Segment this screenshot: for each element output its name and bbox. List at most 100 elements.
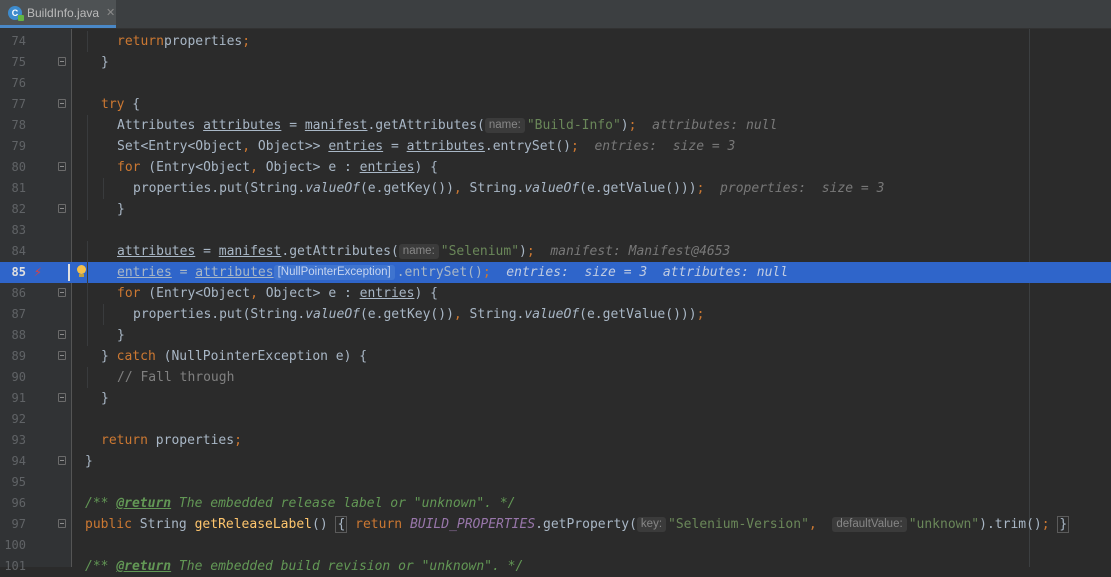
fold-toggle-icon[interactable] xyxy=(58,519,66,528)
code-text[interactable]: } catch (NullPointerException e) { xyxy=(101,346,367,367)
code-line[interactable]: 81 properties.put(String.valueOf(e.getKey… xyxy=(0,178,1111,199)
line-number[interactable]: 93 xyxy=(0,430,26,451)
code-text[interactable]: } xyxy=(101,52,109,73)
code-token: "Selenium" xyxy=(440,244,520,259)
code-line[interactable]: 92 xyxy=(0,409,1111,430)
code-line[interactable]: 78 Attributes attributes = manifest.getAt… xyxy=(0,115,1111,136)
line-number[interactable]: 74 xyxy=(0,31,26,52)
close-icon[interactable]: ✕ xyxy=(106,6,115,19)
code-line[interactable]: 94} xyxy=(0,451,1111,472)
line-number[interactable]: 77 xyxy=(0,94,26,115)
code-text[interactable]: } xyxy=(117,325,125,346)
code-line[interactable]: 77 try { xyxy=(0,94,1111,115)
line-number[interactable]: 87 xyxy=(0,304,26,325)
intention-bulb-icon[interactable] xyxy=(77,265,86,277)
code-text[interactable]: // Fall through xyxy=(117,367,234,388)
code-text[interactable]: } xyxy=(117,199,125,220)
code-text[interactable]: properties.put(String.valueOf(e.getKey()… xyxy=(133,178,884,199)
code-line[interactable]: 87 properties.put(String.valueOf(e.getKey… xyxy=(0,304,1111,325)
code-line[interactable]: 75} xyxy=(0,52,1111,73)
java-class-icon: C xyxy=(8,5,24,21)
code-text[interactable]: Set<Entry<Object, Object>> entries = att… xyxy=(117,136,735,157)
code-token: valueOf xyxy=(524,307,580,322)
code-text[interactable]: /** @return The embedded release label o… xyxy=(85,493,515,514)
line-number[interactable]: 86 xyxy=(0,283,26,304)
line-number[interactable]: 88 xyxy=(0,325,26,346)
line-number[interactable]: 90 xyxy=(0,367,26,388)
fold-toggle-icon[interactable] xyxy=(58,393,66,402)
code-text[interactable]: } xyxy=(101,388,109,409)
line-number[interactable]: 76 xyxy=(0,73,26,94)
code-text[interactable]: Attributes attributes = manifest.getAttr… xyxy=(117,115,777,136)
code-token: BUILD_PROPERTIES xyxy=(409,517,536,532)
fold-toggle-icon[interactable] xyxy=(58,99,66,108)
code-text[interactable]: return properties; xyxy=(101,430,242,451)
line-number[interactable]: 91 xyxy=(0,388,26,409)
code-line[interactable]: 91} xyxy=(0,388,1111,409)
line-number[interactable]: 79 xyxy=(0,136,26,157)
code-text[interactable]: try { xyxy=(101,94,140,115)
code-editor[interactable]: 74 returnproperties; 75} 76 77 try {78 Attribu… xyxy=(0,29,1111,574)
code-text[interactable]: returnproperties; xyxy=(117,31,250,52)
code-text[interactable]: public String getReleaseLabel() { return… xyxy=(85,514,1070,535)
fold-toggle-icon[interactable] xyxy=(58,204,66,213)
line-number[interactable]: 95 xyxy=(0,472,26,493)
exception-breakpoint-icon[interactable]: ⚡ xyxy=(34,262,42,283)
tab-buildinfo-java[interactable]: C BuildInfo.java ✕ xyxy=(0,0,116,28)
code-line[interactable]: 84 attributes = manifest.getAttributes(na… xyxy=(0,241,1111,262)
line-number[interactable]: 84 xyxy=(0,241,26,262)
code-line[interactable]: 80 for (Entry<Object, Object> e : entries… xyxy=(0,157,1111,178)
code-text[interactable]: for (Entry<Object, Object> e : entries) … xyxy=(117,283,438,304)
code-line[interactable]: 82} xyxy=(0,199,1111,220)
line-number[interactable]: 81 xyxy=(0,178,26,199)
line-number[interactable]: 78 xyxy=(0,115,26,136)
line-number[interactable]: 96 xyxy=(0,493,26,514)
code-token: = xyxy=(281,118,305,133)
code-text[interactable]: entries = attributes [NullPointerExceptio… xyxy=(117,262,788,283)
code-token: .getAttributes( xyxy=(367,118,485,133)
line-number[interactable]: 75 xyxy=(0,52,26,73)
fold-toggle-icon[interactable] xyxy=(58,57,66,66)
line-number[interactable]: 85 xyxy=(0,262,26,283)
fold-toggle-icon[interactable] xyxy=(58,456,66,465)
current-execution-line[interactable]: 85 ⚡ entries = attributes [NullPointerExcep… xyxy=(0,262,1111,283)
code-text[interactable]: properties.put(String.valueOf(e.getKey()… xyxy=(133,304,704,325)
code-token: ).trim() xyxy=(979,517,1042,532)
fold-toggle-icon[interactable] xyxy=(58,330,66,339)
code-line[interactable]: 74 returnproperties; xyxy=(0,31,1111,52)
line-number[interactable]: 82 xyxy=(0,199,26,220)
line-number[interactable]: 92 xyxy=(0,409,26,430)
line-number[interactable]: 83 xyxy=(0,220,26,241)
code-line[interactable]: 89 } catch (NullPointerException e) { xyxy=(0,346,1111,367)
code-token: String xyxy=(131,517,195,532)
code-line[interactable]: 83 xyxy=(0,220,1111,241)
code-token: ) xyxy=(519,244,527,259)
code-line[interactable]: 90 // Fall through xyxy=(0,367,1111,388)
code-text[interactable]: for (Entry<Object, Object> e : entries) … xyxy=(117,157,438,178)
line-number[interactable]: 94 xyxy=(0,451,26,472)
code-line[interactable]: 88} xyxy=(0,325,1111,346)
code-line[interactable]: 100 xyxy=(0,535,1111,556)
code-token: , xyxy=(242,139,251,154)
code-line[interactable]: 97 public String getReleaseLabel() { retu… xyxy=(0,514,1111,535)
line-number[interactable]: 80 xyxy=(0,157,26,178)
code-line[interactable]: 93 return properties; xyxy=(0,430,1111,451)
code-text[interactable]: attributes = manifest.getAttributes(name… xyxy=(117,241,730,262)
code-token: ; xyxy=(696,307,705,322)
fold-toggle-icon[interactable] xyxy=(58,288,66,297)
code-line[interactable]: 96 /** @return The embedded release label… xyxy=(0,493,1111,514)
code-line[interactable]: 86 for (Entry<Object, Object> e : entries… xyxy=(0,283,1111,304)
code-line[interactable]: 95 xyxy=(0,472,1111,493)
code-text[interactable]: } xyxy=(85,451,93,472)
code-token: manifest xyxy=(218,244,282,259)
fold-toggle-icon[interactable] xyxy=(58,162,66,171)
line-number[interactable]: 100 xyxy=(0,535,26,556)
code-line[interactable]: 79 Set<Entry<Object, Object>> entries = a… xyxy=(0,136,1111,157)
line-number[interactable]: 97 xyxy=(0,514,26,535)
code-line[interactable]: 76 xyxy=(0,73,1111,94)
code-token: valueOf xyxy=(305,307,360,322)
code-token: ) { xyxy=(414,286,438,301)
line-number[interactable]: 89 xyxy=(0,346,26,367)
fold-toggle-icon[interactable] xyxy=(58,351,66,360)
